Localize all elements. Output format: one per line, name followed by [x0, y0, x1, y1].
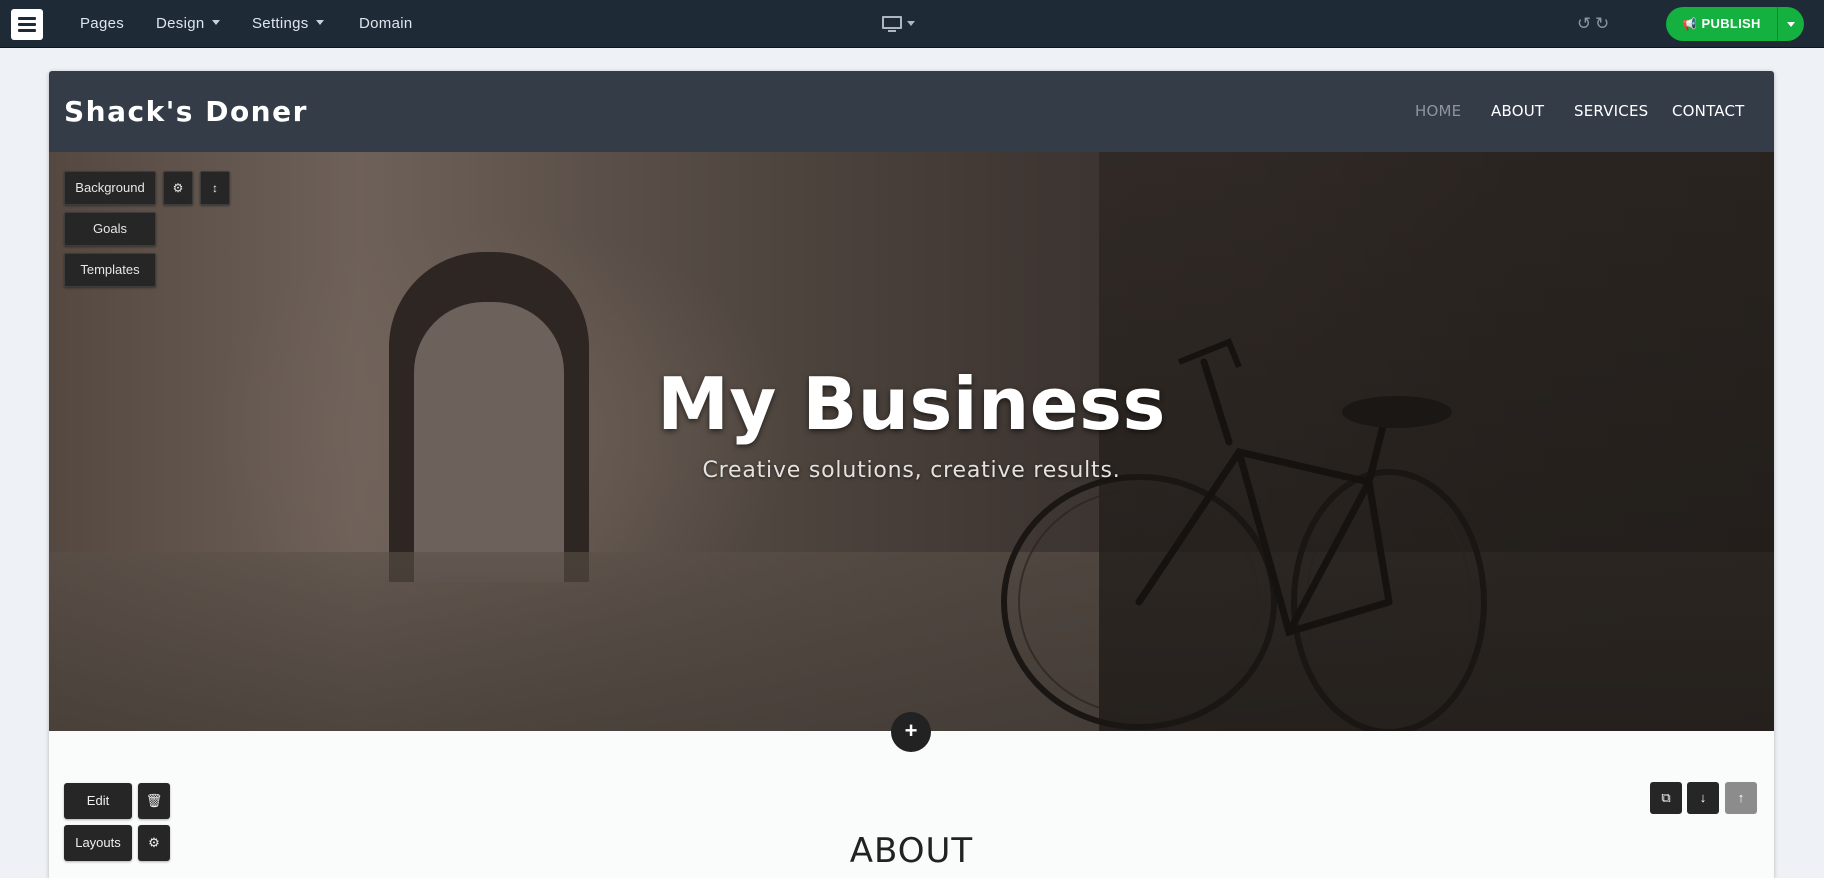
background-button[interactable]: Background — [64, 171, 156, 205]
menu-pages[interactable]: Pages — [80, 0, 124, 48]
menu-domain[interactable]: Domain — [359, 0, 413, 48]
site-brand[interactable]: Shack's Doner — [64, 95, 308, 128]
about-heading[interactable]: ABOUT — [49, 831, 1774, 871]
megaphone-icon: 📢 — [1682, 17, 1698, 31]
menu-logo-icon[interactable] — [11, 9, 43, 40]
desktop-monitor-icon — [882, 16, 902, 29]
site-preview: Shack's Doner HOME ABOUT SERVICES CONTAC… — [49, 71, 1774, 878]
chevron-down-icon — [211, 20, 220, 25]
resize-height-icon[interactable]: ↕ — [200, 171, 230, 205]
site-nav-home[interactable]: HOME — [1415, 102, 1461, 120]
hero-section[interactable]: My Business Creative solutions, creative… — [49, 152, 1774, 731]
redo-icon[interactable]: ↻ — [1595, 15, 1609, 32]
move-down-arrow-icon[interactable]: ↓ — [1687, 782, 1719, 814]
publish-options-button[interactable] — [1777, 7, 1804, 41]
publish-button[interactable]: 📢 PUBLISH — [1666, 7, 1777, 41]
hero-subtitle[interactable]: Creative solutions, creative results. — [49, 458, 1774, 483]
hero-title[interactable]: My Business — [49, 362, 1774, 446]
device-preview-dropdown[interactable] — [882, 14, 918, 34]
menu-design[interactable]: Design — [156, 0, 220, 48]
templates-button[interactable]: Templates — [64, 253, 156, 287]
chevron-down-icon — [315, 20, 324, 25]
site-nav-about[interactable]: ABOUT — [1491, 102, 1544, 120]
publish-button-group: 📢 PUBLISH — [1666, 7, 1804, 41]
site-nav-contact[interactable]: CONTACT — [1672, 102, 1745, 120]
menu-settings[interactable]: Settings — [252, 0, 324, 48]
add-section-plus-icon[interactable]: + — [891, 712, 931, 752]
goals-button[interactable]: Goals — [64, 212, 156, 246]
editor-toolbar: Pages Design Settings Domain ↺ ↻ 📢 PUBLIS… — [0, 0, 1824, 48]
edit-button[interactable]: Edit — [64, 783, 132, 819]
move-up-arrow-icon[interactable]: ↑ — [1725, 782, 1757, 814]
chevron-down-icon — [907, 21, 915, 26]
undo-icon[interactable]: ↺ — [1577, 15, 1591, 32]
site-header: Shack's Doner HOME ABOUT SERVICES CONTAC… — [49, 71, 1774, 152]
section-settings-gear-icon[interactable]: ⚙ — [163, 171, 193, 205]
chevron-down-icon — [1787, 22, 1795, 27]
duplicate-copy-icon[interactable]: ⧉ — [1650, 782, 1682, 814]
site-nav-services[interactable]: SERVICES — [1574, 102, 1648, 120]
delete-trash-icon[interactable]: 🗑 — [138, 783, 170, 819]
